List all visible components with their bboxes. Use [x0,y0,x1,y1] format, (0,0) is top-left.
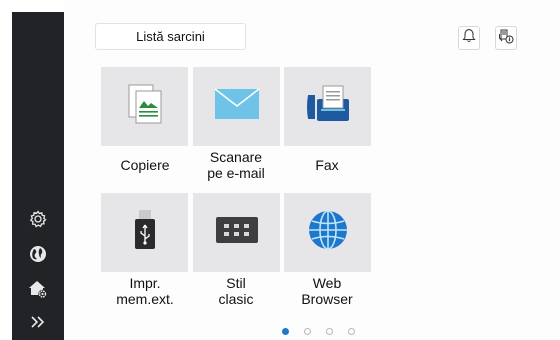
left-sidebar [12,12,64,340]
app-label-web-browser: Web Browser [301,275,353,307]
app-tile-scan-email[interactable] [193,67,280,146]
app-tile-fax[interactable] [284,67,371,146]
fax-icon [304,83,352,130]
page-dot-4[interactable] [348,328,355,335]
device-info-icon [498,28,514,49]
app-tile-copy[interactable] [101,67,188,146]
globe-icon [307,209,349,256]
app-label-copy: Copiere [120,157,170,173]
copy-icon [125,82,165,131]
app-label-fax: Fax [315,157,339,173]
settings-gear-icon[interactable] [26,207,50,231]
expand-chevrons-icon[interactable] [26,310,50,334]
envelope-icon [214,88,260,125]
keypad-icon [215,216,259,249]
device-info-button[interactable] [495,26,517,50]
app-tile-usb-print[interactable] [101,193,188,272]
app-tile-web-browser[interactable] [284,193,371,272]
bell-icon [462,28,476,48]
app-tile-classic-style[interactable] [193,193,280,272]
job-list-label: Listă sarcini [136,29,205,44]
home-settings-icon[interactable] [26,277,50,301]
page-dot-2[interactable] [304,328,311,335]
page-dot-1[interactable] [282,328,289,335]
language-globe-icon[interactable] [26,242,50,266]
app-label-classic-style: Stil clasic [218,275,254,307]
job-list-button[interactable]: Listă sarcini [95,23,246,50]
notification-button[interactable] [458,26,480,50]
page-dot-3[interactable] [326,328,333,335]
usb-drive-icon [133,209,157,256]
app-label-usb-print: Impr. mem.ext. [116,275,174,307]
app-label-scan-email: Scanare pe e-mail [207,149,265,181]
